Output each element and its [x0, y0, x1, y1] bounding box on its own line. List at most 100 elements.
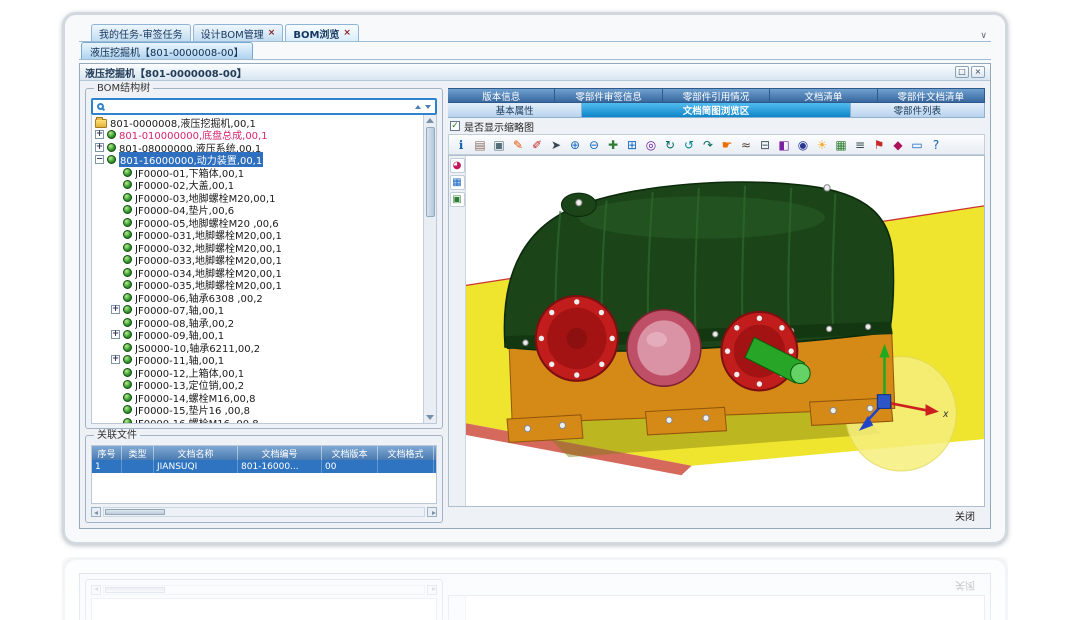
tab-close-icon[interactable]: × — [343, 29, 351, 38]
files-table-row[interactable]: 1 JIANSUQI 801-16000... 00 — [92, 460, 436, 473]
detail-subtab[interactable]: 基本属性 — [448, 103, 582, 118]
orbit-icon[interactable]: ↺ — [680, 136, 698, 153]
detail-tab[interactable]: 零部件文档清单 — [878, 88, 985, 103]
print-icon[interactable]: ▣ — [490, 136, 508, 153]
file-doc-format — [378, 460, 434, 473]
file-doc-number: 801-16000... — [238, 460, 322, 473]
files-scrollbar[interactable] — [91, 506, 437, 518]
file-doc-version: 00 — [322, 460, 378, 473]
tab-close-icon[interactable]: × — [268, 29, 276, 38]
detail-tab[interactable]: 文档清单 — [770, 88, 877, 103]
thumbnail-grid-icon[interactable]: ▦ — [450, 175, 465, 190]
bom-tag-icon[interactable]: ◆ — [889, 136, 907, 153]
edit-icon[interactable]: ✎ — [509, 136, 527, 153]
thumbnail-checkbox[interactable]: ✓ — [450, 121, 460, 131]
info-icon[interactable]: ℹ — [452, 136, 470, 153]
files-column-header[interactable]: 文档格式 — [378, 446, 434, 460]
close-window-button[interactable]: × — [971, 66, 985, 78]
tree-item[interactable]: JF0000-16,螺栓M16 ,00,8 — [92, 416, 423, 423]
tree-expander-icon[interactable]: + — [111, 355, 120, 364]
tab-label: BOM浏览 — [293, 26, 339, 41]
left-flange — [536, 296, 618, 381]
detail-panel: 版本信息零部件审签信息零部件引用情况文档清单零部件文档清单 基本属性文档简图浏览… — [448, 88, 985, 523]
model-3d-svg: x — [466, 156, 984, 506]
help-icon[interactable]: ? — [927, 136, 945, 153]
files-column-header[interactable]: 序号 — [92, 446, 122, 460]
rotate-icon[interactable]: ↻ — [661, 136, 679, 153]
part-icon — [123, 343, 132, 352]
monitor-icon[interactable]: ▭ — [908, 136, 926, 153]
scroll-up-icon[interactable] — [426, 118, 434, 123]
tree-expander-icon[interactable]: + — [111, 305, 120, 314]
files-column-header[interactable]: 类型 — [122, 446, 154, 460]
scrollbar-thumb[interactable] — [426, 127, 435, 217]
open-doc-icon[interactable]: ▤ — [471, 136, 489, 153]
layers-icon[interactable]: ≡ — [851, 136, 869, 153]
window-frame: ∨ 我的任务-审签任务 设计BOM管理 × BOM浏览 × 液压挖掘机【801-… — [62, 12, 1008, 545]
zoom-window-icon[interactable]: ⊞ — [623, 136, 641, 153]
scroll-left-icon[interactable] — [91, 507, 101, 517]
image-icon[interactable]: ▦ — [832, 136, 850, 153]
scroll-down-icon[interactable] — [426, 415, 434, 420]
files-column-header[interactable]: 文档版本 — [322, 446, 378, 460]
pan-icon[interactable]: ✚ — [604, 136, 622, 153]
main-tab[interactable]: 我的任务-审签任务 — [91, 24, 191, 41]
detail-tab[interactable]: 零部件引用情况 — [663, 88, 770, 103]
collapse-all-icon[interactable] — [415, 105, 421, 109]
scrollbar-thumb[interactable] — [105, 509, 165, 515]
select-icon[interactable]: ➤ — [547, 136, 565, 153]
detail-subtab[interactable]: 零部件列表 — [851, 103, 985, 118]
zoom-out-icon[interactable]: ⊖ — [585, 136, 603, 153]
tab-label: 设计BOM管理 — [201, 26, 264, 41]
files-column-header[interactable]: 文档名称 — [154, 446, 238, 460]
scroll-right-icon[interactable] — [427, 507, 437, 517]
section-icon[interactable]: ◧ — [775, 136, 793, 153]
palette-icon[interactable]: ◕ — [450, 158, 465, 173]
part-icon — [123, 180, 132, 189]
zoom-in-icon[interactable]: ⊕ — [566, 136, 584, 153]
camera-icon[interactable]: ◉ — [794, 136, 812, 153]
redline-icon[interactable]: ✐ — [528, 136, 546, 153]
part-icon — [107, 143, 116, 152]
spin-icon[interactable]: ↷ — [699, 136, 717, 153]
tree-expander-icon[interactable]: − — [95, 155, 104, 164]
file-doc-name: JIANSUQI — [154, 460, 238, 473]
tree-expander-icon[interactable]: + — [111, 330, 120, 339]
part-icon — [123, 305, 132, 314]
close-link[interactable]: 关闭 — [955, 508, 975, 523]
main-tab[interactable]: 设计BOM管理 × — [193, 24, 284, 41]
document-title-bar: 液压挖掘机【801-0000008-00】 □ × — [80, 64, 990, 81]
views-grid-icon[interactable]: ⊟ — [756, 136, 774, 153]
bulb-icon[interactable]: ☀ — [813, 136, 831, 153]
detail-tab[interactable]: 版本信息 — [448, 88, 555, 103]
tree-scrollbar[interactable] — [423, 115, 436, 423]
tree-expander-icon[interactable]: + — [95, 130, 104, 139]
maximize-button[interactable]: □ — [955, 66, 969, 78]
detail-subtab[interactable]: 文档简图浏览区 — [582, 103, 851, 118]
model-3d-scene[interactable]: x — [466, 156, 984, 506]
detail-tab[interactable]: 零部件审签信息 — [555, 88, 662, 103]
hand-pan-icon[interactable]: ☛ — [718, 136, 736, 153]
files-column-header[interactable]: 文档编号 — [238, 446, 322, 460]
file-type — [122, 460, 154, 473]
part-icon — [123, 168, 132, 177]
expand-all-icon[interactable] — [425, 105, 431, 109]
search-icon — [97, 103, 104, 110]
preview-icon[interactable]: ▣ — [450, 192, 465, 207]
detail-subtab-row: 基本属性文档简图浏览区零部件列表 — [448, 103, 985, 118]
curve-icon[interactable]: ≈ — [737, 136, 755, 153]
document-tab-bar: 液压挖掘机【801-0000008-00】 — [79, 42, 991, 60]
flag-icon[interactable]: ⚑ — [870, 136, 888, 153]
part-icon — [123, 393, 132, 402]
scrollbar-track[interactable] — [103, 507, 425, 517]
tree-expander-icon[interactable]: + — [95, 143, 104, 152]
part-icon — [95, 119, 107, 128]
zoom-fit-icon[interactable]: ◎ — [642, 136, 660, 153]
search-input[interactable] — [108, 101, 411, 113]
viewer-toolbar: ℹ▤▣✎✐➤⊕⊖✚⊞◎↻↺↷☛≈⊟◧◉☀▦≡⚑◆▭? — [448, 134, 985, 155]
main-tab[interactable]: BOM浏览 × — [285, 24, 359, 41]
document-tab[interactable]: 液压挖掘机【801-0000008-00】 — [81, 42, 253, 59]
part-icon — [123, 293, 132, 302]
tab-overflow-icon[interactable]: ∨ — [976, 31, 991, 41]
part-icon — [123, 380, 132, 389]
